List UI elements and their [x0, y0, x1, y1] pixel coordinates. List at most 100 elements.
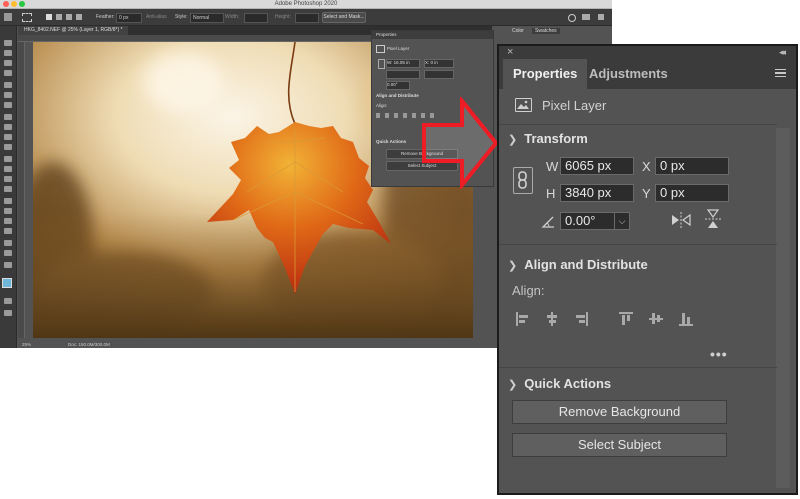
zoom-tool-icon[interactable] — [4, 250, 12, 256]
y-field[interactable]: 0 px — [655, 184, 729, 202]
flip-horizontal-icon[interactable] — [671, 212, 691, 228]
mini-x-field[interactable]: X: 0 in — [424, 59, 454, 68]
mini-align-title[interactable]: Align and Distribute — [376, 93, 419, 98]
marquee-tool-icon[interactable] — [22, 13, 32, 22]
mini-quick-title[interactable]: Quick Actions — [376, 139, 406, 144]
workspace-icon[interactable] — [582, 14, 590, 20]
width-label: W — [546, 159, 559, 174]
healing-brush-icon[interactable] — [4, 114, 12, 120]
crop-tool-icon[interactable] — [4, 82, 12, 88]
align-title: Align and Distribute — [524, 257, 648, 272]
status-doc-size: Doc: 150.0M/300.0M — [68, 342, 110, 347]
align-bottom-icon[interactable] — [679, 312, 693, 326]
gradient-tool-icon[interactable] — [4, 166, 12, 172]
angle-field[interactable]: 0.00° ⌵ — [560, 212, 630, 230]
angle-value: 0.00° — [565, 213, 596, 228]
x-field[interactable]: 0 px — [655, 157, 729, 175]
height-label: H — [546, 186, 556, 201]
search-icon[interactable] — [568, 14, 576, 22]
home-icon[interactable] — [4, 13, 12, 21]
tools-panel — [0, 26, 17, 348]
tab-color[interactable]: Color — [512, 28, 524, 34]
align-left-icon[interactable] — [516, 312, 530, 326]
angle-icon — [541, 216, 554, 228]
frame-tool-icon[interactable] — [4, 92, 12, 98]
new-selection-icon[interactable] — [46, 14, 52, 20]
add-selection-icon[interactable] — [56, 14, 62, 20]
align-section-header[interactable]: ❯ Align and Distribute — [508, 257, 648, 272]
type-tool-icon[interactable] — [4, 208, 12, 214]
close-panel-icon[interactable]: × — [507, 46, 513, 59]
transform-section-header[interactable]: ❯ Transform — [508, 131, 588, 146]
align-horizontal-center-icon[interactable] — [545, 312, 559, 326]
shape-tool-icon[interactable] — [4, 228, 12, 234]
link-dimensions-icon[interactable] — [513, 167, 533, 194]
remove-background-button[interactable]: Remove Background — [512, 400, 727, 424]
eraser-tool-icon[interactable] — [4, 156, 12, 162]
mini-h-field[interactable] — [386, 70, 420, 79]
divider — [499, 367, 777, 368]
lasso-tool-icon[interactable] — [4, 60, 12, 66]
mini-panel-title[interactable]: Properties — [372, 31, 493, 39]
share-icon[interactable] — [598, 14, 604, 20]
flip-vertical-icon[interactable] — [705, 209, 721, 229]
magic-wand-icon[interactable] — [4, 70, 12, 76]
panel-scrollbar[interactable] — [776, 128, 790, 488]
panel-menu-icon[interactable] — [775, 69, 786, 78]
document-tab[interactable]: HKG_8402.NEF @ 25% (Layer 1, RGB/8*) * — [18, 26, 129, 35]
tab-adjustments[interactable]: Adjustments — [579, 59, 678, 89]
width-label: Width: — [225, 14, 240, 20]
select-and-mask-button[interactable]: Select and Mask... — [322, 12, 366, 23]
intersect-selection-icon[interactable] — [76, 14, 82, 20]
marquee-tool-icon[interactable] — [4, 50, 12, 56]
mini-w-field[interactable]: W: 16.05 in — [386, 59, 420, 68]
width-input[interactable] — [244, 13, 268, 23]
history-brush-icon[interactable] — [4, 144, 12, 150]
collapse-panel-icon[interactable]: ◂◂ — [779, 46, 786, 59]
screen-mode-icon[interactable] — [4, 310, 12, 316]
more-tools-icon[interactable] — [4, 262, 12, 268]
move-tool-icon[interactable] — [4, 40, 12, 46]
blur-tool-icon[interactable] — [4, 176, 12, 182]
panel-top-bar: × ◂◂ — [499, 46, 796, 59]
mini-y-field[interactable] — [424, 70, 454, 79]
pixel-layer-icon — [515, 98, 532, 112]
app-title: Adobe Photoshop 2020 — [274, 1, 338, 7]
style-select[interactable]: Normal — [190, 13, 224, 23]
mini-layer-icon — [376, 45, 385, 53]
tab-swatches[interactable]: Swatches — [532, 28, 560, 34]
options-bar: Feather: 0 px Anti-alias Style: Normal W… — [0, 9, 612, 26]
height-label: Height: — [275, 14, 291, 20]
eyedropper-icon[interactable] — [4, 102, 12, 108]
brush-tool-icon[interactable] — [4, 124, 12, 130]
subtract-selection-icon[interactable] — [66, 14, 72, 20]
mini-layer-label: Pixel Layer — [387, 46, 410, 51]
antialias-checkbox[interactable]: Anti-alias — [146, 14, 167, 20]
quick-actions-title: Quick Actions — [524, 376, 612, 391]
align-vertical-center-icon[interactable] — [649, 312, 663, 326]
stamp-tool-icon[interactable] — [4, 134, 12, 140]
more-options-icon[interactable]: ••• — [710, 346, 728, 362]
tab-properties[interactable]: Properties — [503, 59, 588, 89]
mini-align-label: Align: — [376, 103, 388, 108]
mini-link-icon[interactable] — [378, 59, 385, 69]
align-top-icon[interactable] — [619, 312, 633, 326]
height-input[interactable] — [295, 13, 319, 23]
align-right-icon[interactable] — [574, 312, 588, 326]
y-label: Y — [642, 186, 651, 201]
height-field[interactable]: 3840 px — [560, 184, 634, 202]
quick-actions-section-header[interactable]: ❯ Quick Actions — [508, 376, 611, 391]
path-select-icon[interactable] — [4, 218, 12, 224]
chevron-down-icon: ❯ — [508, 260, 518, 272]
dodge-tool-icon[interactable] — [4, 186, 12, 192]
status-zoom[interactable]: 25% — [22, 342, 31, 347]
width-field[interactable]: 6065 px — [560, 157, 634, 175]
quick-mask-icon[interactable] — [4, 298, 12, 304]
pen-tool-icon[interactable] — [4, 198, 12, 204]
select-subject-button[interactable]: Select Subject — [512, 433, 727, 457]
chevron-down-icon[interactable]: ⌵ — [614, 213, 629, 229]
hand-tool-icon[interactable] — [4, 240, 12, 246]
foreground-color-swatch[interactable] — [2, 278, 12, 288]
feather-input[interactable]: 0 px — [116, 13, 142, 23]
mini-angle-field[interactable]: 0.00° — [386, 81, 410, 90]
